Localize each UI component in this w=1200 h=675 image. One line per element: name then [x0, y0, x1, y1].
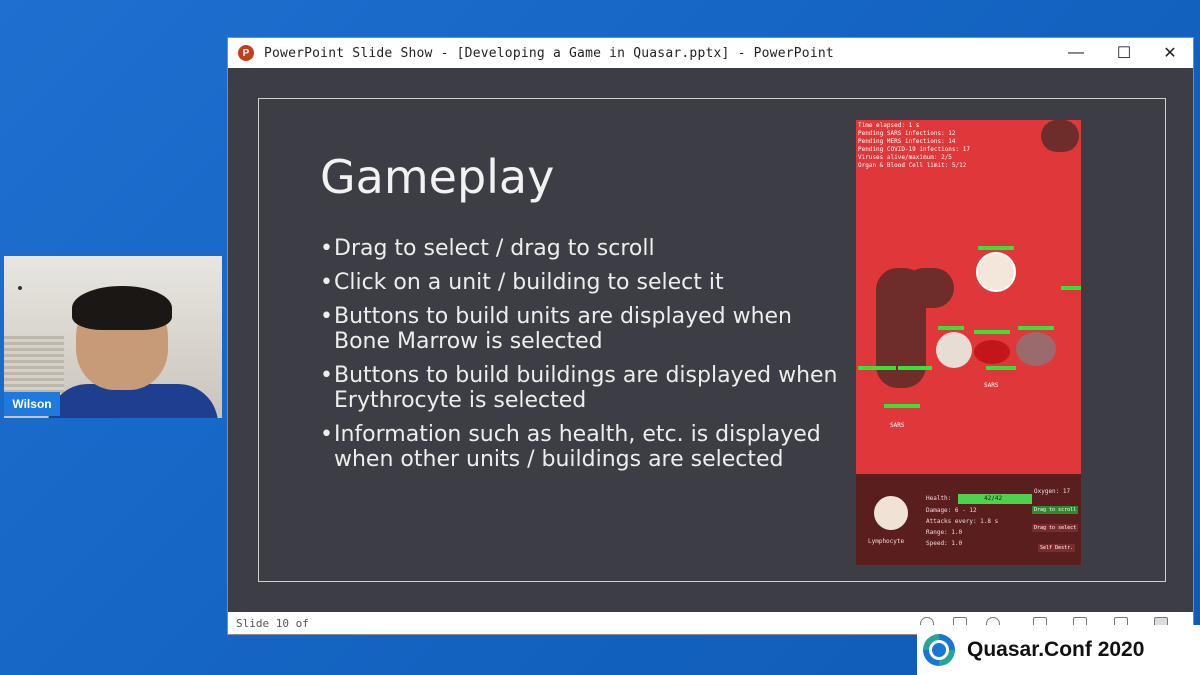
virus-cluster [1016, 332, 1056, 366]
conference-name: Quasar.Conf 2020 [967, 638, 1145, 661]
bullet-dot: • [320, 422, 333, 447]
bullet-text: Buttons to build buildings are displayed… [334, 363, 838, 413]
game-hud: Time elapsed: 1 s Pending SARS infection… [858, 122, 970, 170]
self-destruct-button: Self Destr. [1038, 544, 1076, 552]
bullet-text: Information such as health, etc. is disp… [334, 422, 821, 472]
bullet-item: • Buttons to build buildings are displaye… [320, 363, 840, 413]
macrophage-unit [936, 332, 972, 368]
lymphocyte-unit [976, 252, 1016, 292]
bullet-item: • Buttons to build units are displayed wh… [320, 304, 840, 354]
health-bar [858, 366, 896, 370]
close-button[interactable]: ✕ [1147, 38, 1193, 68]
bullet-list: • Drag to select / drag to scroll • Click … [320, 236, 840, 481]
virus-label: SARS [890, 422, 905, 429]
unit-info-panel: Lymphocyte Health: 42/42 Damage: 6 - 12 … [856, 474, 1081, 565]
tissue-blob [1041, 120, 1079, 152]
maximize-button[interactable]: ☐ [1101, 38, 1147, 68]
powerpoint-icon: P [238, 45, 254, 61]
health-label: Health: [926, 495, 952, 502]
drag-to-select-button: Drag to select [1032, 524, 1079, 532]
stat-range: Range: 1.0 [926, 529, 963, 536]
window-title: PowerPoint Slide Show - [Developing a Ga… [264, 45, 834, 61]
health-bar [1018, 326, 1054, 330]
speaker-hair [72, 286, 172, 330]
slide-title: Gameplay [320, 150, 555, 204]
health-bar [898, 366, 932, 370]
oxygen-count: Oxygen: 17 [1034, 488, 1071, 495]
bullet-dot: • [320, 304, 333, 329]
ceiling-light [18, 286, 22, 290]
virus-label: SARS [984, 382, 999, 389]
bullet-text: Drag to select / drag to scroll [334, 236, 655, 261]
selected-unit-name: Lymphocyte [868, 538, 905, 545]
powerpoint-window: P PowerPoint Slide Show - [Developing a … [228, 38, 1193, 634]
hud-line: Pending SARS infections: 12 [858, 130, 956, 137]
selected-unit-portrait [874, 496, 908, 530]
quasar-logo-icon [923, 634, 955, 666]
slide-counter: Slide 10 of [236, 616, 309, 630]
game-screenshot: Time elapsed: 1 s Pending SARS infection… [856, 120, 1081, 565]
bullet-dot: • [320, 236, 333, 261]
bullet-dot: • [320, 270, 333, 295]
hud-line: Viruses alive/maximum: 2/5 [858, 154, 952, 161]
tissue-blob [904, 268, 954, 308]
health-bar [974, 330, 1010, 334]
participant-name-tag: Wilson [4, 392, 60, 416]
health-bar [884, 404, 920, 408]
stat-damage: Damage: 6 - 12 [926, 507, 977, 514]
health-bar [1061, 286, 1081, 290]
health-bar [938, 326, 964, 330]
bullet-text: Buttons to build units are displayed whe… [334, 304, 792, 354]
bullet-item: • Click on a unit / building to select it [320, 270, 840, 295]
bullet-item: • Drag to select / drag to scroll [320, 236, 840, 261]
erythrocyte-unit [974, 340, 1010, 364]
hud-line: Pending MERS infections: 14 [858, 138, 956, 145]
drag-to-scroll-button: Drag to scroll [1032, 506, 1079, 514]
stat-attack-rate: Attacks every: 1.8 s [926, 518, 999, 525]
hud-line: Pending COVID-19 infections: 17 [858, 146, 970, 153]
bullet-text: Click on a unit / building to select it [334, 270, 724, 295]
hud-line: Time elapsed: 1 s [858, 122, 920, 129]
bullet-item: • Information such as health, etc. is dis… [320, 422, 840, 472]
minimize-button[interactable]: — [1053, 38, 1099, 68]
bullet-dot: • [320, 363, 333, 388]
stat-speed: Speed: 1.0 [926, 540, 963, 547]
health-bar [978, 246, 1014, 250]
slide-canvas[interactable]: Gameplay • Drag to select / drag to scrol… [228, 68, 1193, 612]
hud-line: Organ & Blood Cell limit: 5/12 [858, 162, 967, 169]
health-value: 42/42 [984, 495, 1003, 502]
title-bar: P PowerPoint Slide Show - [Developing a … [228, 38, 1193, 68]
conference-badge: Quasar.Conf 2020 [917, 625, 1200, 675]
health-bar [986, 366, 1016, 370]
